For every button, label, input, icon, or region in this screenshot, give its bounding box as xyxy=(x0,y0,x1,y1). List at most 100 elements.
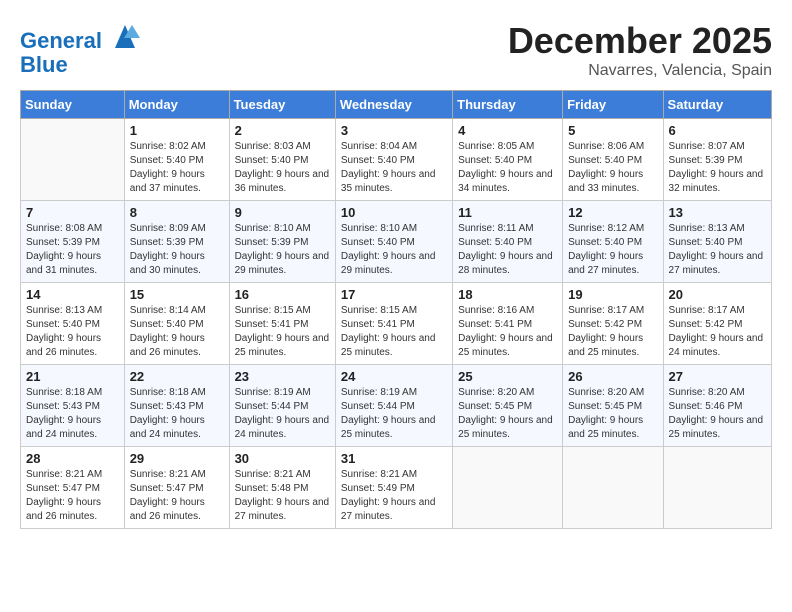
day-number: 13 xyxy=(669,205,766,220)
day-info: Sunrise: 8:21 AMSunset: 5:47 PMDaylight:… xyxy=(26,468,119,524)
calendar-cell xyxy=(21,119,125,201)
calendar-cell: 21 Sunrise: 8:18 AMSunset: 5:43 PMDayligh… xyxy=(21,365,125,447)
day-info: Sunrise: 8:19 AMSunset: 5:44 PMDaylight:… xyxy=(341,386,447,442)
calendar-cell: 26 Sunrise: 8:20 AMSunset: 5:45 PMDayligh… xyxy=(563,365,663,447)
day-number: 27 xyxy=(669,369,766,384)
weekday-thursday: Thursday xyxy=(453,91,563,119)
calendar-cell: 17 Sunrise: 8:15 AMSunset: 5:41 PMDayligh… xyxy=(335,283,452,365)
day-number: 17 xyxy=(341,287,447,302)
calendar-cell: 25 Sunrise: 8:20 AMSunset: 5:45 PMDayligh… xyxy=(453,365,563,447)
calendar-cell: 6 Sunrise: 8:07 AMSunset: 5:39 PMDaylight… xyxy=(663,119,771,201)
day-number: 11 xyxy=(458,205,557,220)
day-info: Sunrise: 8:04 AMSunset: 5:40 PMDaylight:… xyxy=(341,140,447,196)
day-info: Sunrise: 8:20 AMSunset: 5:46 PMDaylight:… xyxy=(669,386,766,442)
day-info: Sunrise: 8:18 AMSunset: 5:43 PMDaylight:… xyxy=(130,386,224,442)
calendar-week-3: 14 Sunrise: 8:13 AMSunset: 5:40 PMDayligh… xyxy=(21,283,772,365)
day-info: Sunrise: 8:20 AMSunset: 5:45 PMDaylight:… xyxy=(458,386,557,442)
calendar-cell: 5Sunrise: 8:06 AMSunset: 5:40 PMDaylight… xyxy=(563,119,663,201)
calendar-cell: 13 Sunrise: 8:13 AMSunset: 5:40 PMDayligh… xyxy=(663,201,771,283)
weekday-sunday: Sunday xyxy=(21,91,125,119)
day-number: 5 xyxy=(568,123,657,138)
day-info: Sunrise: 8:10 AMSunset: 5:39 PMDaylight:… xyxy=(235,222,330,278)
calendar-cell: 16 Sunrise: 8:15 AMSunset: 5:41 PMDayligh… xyxy=(229,283,335,365)
calendar-header: SundayMondayTuesdayWednesdayThursdayFrid… xyxy=(21,91,772,119)
day-info: Sunrise: 8:10 AMSunset: 5:40 PMDaylight:… xyxy=(341,222,447,278)
day-number: 23 xyxy=(235,369,330,384)
calendar-cell: 20Sunrise: 8:17 AMSunset: 5:42 PMDayligh… xyxy=(663,283,771,365)
logo-text: General xyxy=(20,20,140,53)
day-info: Sunrise: 8:02 AMSunset: 5:40 PMDaylight:… xyxy=(130,140,224,196)
weekday-tuesday: Tuesday xyxy=(229,91,335,119)
calendar-cell: 12Sunrise: 8:12 AMSunset: 5:40 PMDayligh… xyxy=(563,201,663,283)
calendar-cell: 1 Sunrise: 8:02 AMSunset: 5:40 PMDaylight… xyxy=(124,119,229,201)
calendar-week-1: 1 Sunrise: 8:02 AMSunset: 5:40 PMDaylight… xyxy=(21,119,772,201)
day-number: 19 xyxy=(568,287,657,302)
location-title: Navarres, Valencia, Spain xyxy=(508,62,772,80)
day-number: 7 xyxy=(26,205,119,220)
day-info: Sunrise: 8:21 AMSunset: 5:48 PMDaylight:… xyxy=(235,468,330,524)
calendar-cell: 10 Sunrise: 8:10 AMSunset: 5:40 PMDayligh… xyxy=(335,201,452,283)
day-info: Sunrise: 8:13 AMSunset: 5:40 PMDaylight:… xyxy=(669,222,766,278)
day-number: 25 xyxy=(458,369,557,384)
day-number: 10 xyxy=(341,205,447,220)
calendar-table: SundayMondayTuesdayWednesdayThursdayFrid… xyxy=(20,90,772,529)
day-number: 2 xyxy=(235,123,330,138)
calendar-cell: 28 Sunrise: 8:21 AMSunset: 5:47 PMDayligh… xyxy=(21,447,125,529)
day-info: Sunrise: 8:07 AMSunset: 5:39 PMDaylight:… xyxy=(669,140,766,196)
day-number: 26 xyxy=(568,369,657,384)
calendar-cell: 9 Sunrise: 8:10 AMSunset: 5:39 PMDaylight… xyxy=(229,201,335,283)
day-info: Sunrise: 8:08 AMSunset: 5:39 PMDaylight:… xyxy=(26,222,119,278)
day-number: 1 xyxy=(130,123,224,138)
day-number: 22 xyxy=(130,369,224,384)
calendar-cell: 11Sunrise: 8:11 AMSunset: 5:40 PMDayligh… xyxy=(453,201,563,283)
day-number: 9 xyxy=(235,205,330,220)
weekday-saturday: Saturday xyxy=(663,91,771,119)
weekday-header-row: SundayMondayTuesdayWednesdayThursdayFrid… xyxy=(21,91,772,119)
day-number: 21 xyxy=(26,369,119,384)
logo-general: General xyxy=(20,28,102,53)
day-number: 14 xyxy=(26,287,119,302)
logo-blue: Blue xyxy=(20,53,140,77)
day-number: 6 xyxy=(669,123,766,138)
day-number: 16 xyxy=(235,287,330,302)
day-number: 28 xyxy=(26,451,119,466)
day-number: 12 xyxy=(568,205,657,220)
day-number: 29 xyxy=(130,451,224,466)
calendar-cell: 2 Sunrise: 8:03 AMSunset: 5:40 PMDaylight… xyxy=(229,119,335,201)
calendar-cell: 4 Sunrise: 8:05 AMSunset: 5:40 PMDaylight… xyxy=(453,119,563,201)
calendar-cell: 14 Sunrise: 8:13 AMSunset: 5:40 PMDayligh… xyxy=(21,283,125,365)
calendar-cell xyxy=(563,447,663,529)
calendar-cell: 31Sunrise: 8:21 AMSunset: 5:49 PMDayligh… xyxy=(335,447,452,529)
day-info: Sunrise: 8:15 AMSunset: 5:41 PMDaylight:… xyxy=(235,304,330,360)
calendar-cell: 22 Sunrise: 8:18 AMSunset: 5:43 PMDayligh… xyxy=(124,365,229,447)
calendar-cell: 7 Sunrise: 8:08 AMSunset: 5:39 PMDaylight… xyxy=(21,201,125,283)
day-number: 31 xyxy=(341,451,447,466)
calendar-cell: 19 Sunrise: 8:17 AMSunset: 5:42 PMDayligh… xyxy=(563,283,663,365)
calendar-cell: 30 Sunrise: 8:21 AMSunset: 5:48 PMDayligh… xyxy=(229,447,335,529)
day-number: 24 xyxy=(341,369,447,384)
calendar-cell xyxy=(663,447,771,529)
day-info: Sunrise: 8:17 AMSunset: 5:42 PMDaylight:… xyxy=(669,304,766,360)
day-info: Sunrise: 8:15 AMSunset: 5:41 PMDaylight:… xyxy=(341,304,447,360)
day-number: 3 xyxy=(341,123,447,138)
day-info: Sunrise: 8:17 AMSunset: 5:42 PMDaylight:… xyxy=(568,304,657,360)
day-info: Sunrise: 8:05 AMSunset: 5:40 PMDaylight:… xyxy=(458,140,557,196)
day-info: Sunrise: 8:20 AMSunset: 5:45 PMDaylight:… xyxy=(568,386,657,442)
logo-icon xyxy=(110,20,140,48)
calendar-cell: 24 Sunrise: 8:19 AMSunset: 5:44 PMDayligh… xyxy=(335,365,452,447)
calendar-cell: 18Sunrise: 8:16 AMSunset: 5:41 PMDayligh… xyxy=(453,283,563,365)
month-title: December 2025 xyxy=(508,20,772,62)
title-block: December 2025 Navarres, Valencia, Spain xyxy=(508,20,772,80)
day-number: 4 xyxy=(458,123,557,138)
logo: General Blue xyxy=(20,20,140,77)
day-info: Sunrise: 8:03 AMSunset: 5:40 PMDaylight:… xyxy=(235,140,330,196)
day-number: 15 xyxy=(130,287,224,302)
weekday-monday: Monday xyxy=(124,91,229,119)
calendar-cell: 29Sunrise: 8:21 AMSunset: 5:47 PMDayligh… xyxy=(124,447,229,529)
day-info: Sunrise: 8:16 AMSunset: 5:41 PMDaylight:… xyxy=(458,304,557,360)
calendar-cell: 3 Sunrise: 8:04 AMSunset: 5:40 PMDaylight… xyxy=(335,119,452,201)
day-info: Sunrise: 8:13 AMSunset: 5:40 PMDaylight:… xyxy=(26,304,119,360)
day-info: Sunrise: 8:18 AMSunset: 5:43 PMDaylight:… xyxy=(26,386,119,442)
day-number: 30 xyxy=(235,451,330,466)
calendar-week-2: 7 Sunrise: 8:08 AMSunset: 5:39 PMDaylight… xyxy=(21,201,772,283)
